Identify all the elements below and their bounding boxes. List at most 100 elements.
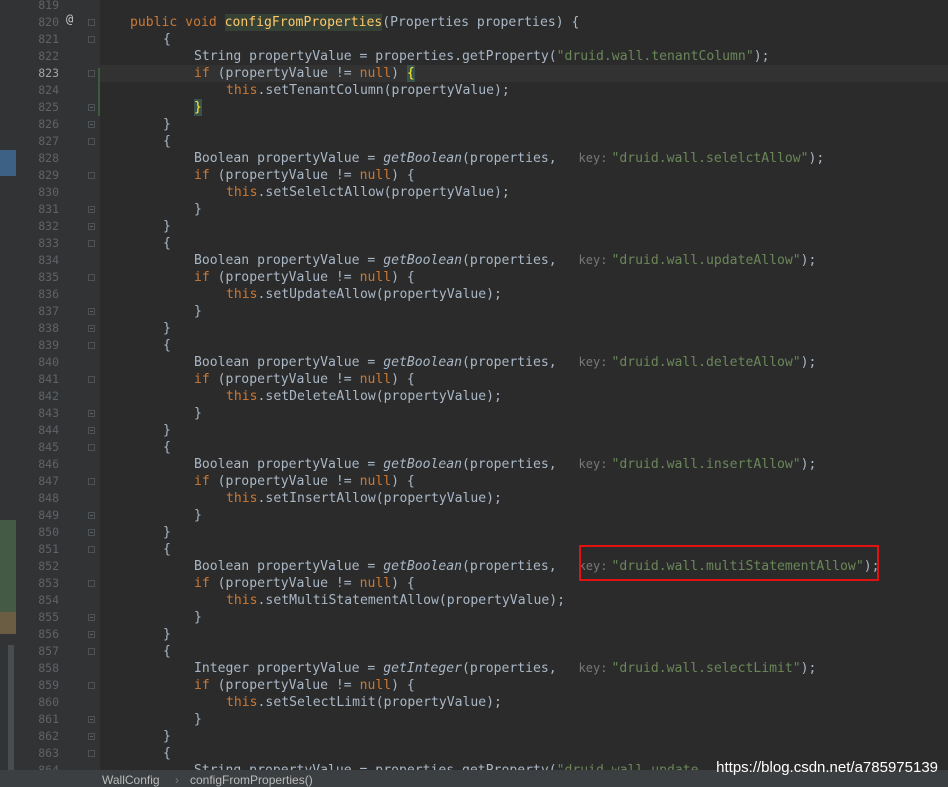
code-line[interactable]: this.setMultiStatementAllow(propertyValu… xyxy=(100,592,948,609)
code-line[interactable]: if (propertyValue != null) { xyxy=(100,269,948,286)
line-number[interactable]: 836 xyxy=(16,286,59,303)
line-number[interactable]: 841 xyxy=(16,371,59,388)
code-line[interactable]: this.setDeleteAllow(propertyValue); xyxy=(100,388,948,405)
fold-marker-icon[interactable] xyxy=(88,529,95,536)
line-number[interactable]: 840 xyxy=(16,354,59,371)
line-number[interactable]: 824 xyxy=(16,82,59,99)
line-number[interactable]: 850 xyxy=(16,524,59,541)
code-line[interactable]: if (propertyValue != null) { xyxy=(100,473,948,490)
fold-marker-icon[interactable] xyxy=(88,70,95,77)
line-number[interactable]: 826 xyxy=(16,116,59,133)
code-line[interactable]: } xyxy=(100,320,948,337)
code-line[interactable]: Boolean propertyValue = getBoolean(prope… xyxy=(100,456,948,473)
code-line[interactable]: Boolean propertyValue = getBoolean(prope… xyxy=(100,354,948,371)
code-line[interactable]: this.setSelectLimit(propertyValue); xyxy=(100,694,948,711)
line-number[interactable]: 846 xyxy=(16,456,59,473)
code-line[interactable]: if (propertyValue != null) { xyxy=(100,167,948,184)
line-number[interactable]: 842 xyxy=(16,388,59,405)
code-line[interactable]: this.setUpdateAllow(propertyValue); xyxy=(100,286,948,303)
line-number[interactable]: 819 xyxy=(16,0,59,14)
fold-marker-icon[interactable] xyxy=(88,546,95,553)
fold-marker-icon[interactable] xyxy=(88,614,95,621)
line-number[interactable]: 858 xyxy=(16,660,59,677)
code-line[interactable]: public void configFromProperties(Propert… xyxy=(100,14,948,31)
fold-marker-icon[interactable] xyxy=(88,410,95,417)
line-number[interactable]: 828 xyxy=(16,150,59,167)
line-number[interactable]: 861 xyxy=(16,711,59,728)
stripe-scroll-thumb[interactable] xyxy=(8,645,14,770)
line-number[interactable]: 848 xyxy=(16,490,59,507)
fold-marker-icon[interactable] xyxy=(88,631,95,638)
fold-marker-icon[interactable] xyxy=(88,172,95,179)
line-number[interactable]: 834 xyxy=(16,252,59,269)
fold-marker-icon[interactable] xyxy=(88,682,95,689)
code-line[interactable]: } xyxy=(100,116,948,133)
line-number[interactable]: 863 xyxy=(16,745,59,762)
line-number[interactable]: 862 xyxy=(16,728,59,745)
line-number[interactable]: 821 xyxy=(16,31,59,48)
code-line[interactable]: } xyxy=(100,507,948,524)
code-line[interactable]: Boolean propertyValue = getBoolean(prope… xyxy=(100,150,948,167)
line-number[interactable]: 864 xyxy=(16,762,59,770)
breadcrumb-class[interactable]: WallConfig xyxy=(102,773,160,787)
fold-marker-icon[interactable] xyxy=(88,104,95,111)
code-line[interactable]: } xyxy=(100,728,948,745)
fold-marker-icon[interactable] xyxy=(88,36,95,43)
line-number[interactable]: 855 xyxy=(16,609,59,626)
fold-marker-icon[interactable] xyxy=(88,580,95,587)
line-number[interactable]: 837 xyxy=(16,303,59,320)
code-line[interactable]: { xyxy=(100,337,948,354)
line-number[interactable]: 852 xyxy=(16,558,59,575)
override-marker-icon[interactable]: @ xyxy=(66,12,73,26)
line-number[interactable]: 832 xyxy=(16,218,59,235)
line-number[interactable]: 860 xyxy=(16,694,59,711)
code-line[interactable]: } xyxy=(100,201,948,218)
fold-marker-icon[interactable] xyxy=(88,342,95,349)
line-number[interactable]: 847 xyxy=(16,473,59,490)
line-number[interactable]: 820 xyxy=(16,14,59,31)
fold-marker-icon[interactable] xyxy=(88,648,95,655)
line-number[interactable]: 835 xyxy=(16,269,59,286)
line-number[interactable]: 823 xyxy=(16,65,59,82)
line-number[interactable]: 825 xyxy=(16,99,59,116)
line-number[interactable]: 833 xyxy=(16,235,59,252)
line-number[interactable]: 845 xyxy=(16,439,59,456)
code-line[interactable]: if (propertyValue != null) { xyxy=(100,65,948,82)
code-editor[interactable]: public void configFromProperties(Propert… xyxy=(100,0,948,770)
line-number[interactable]: 827 xyxy=(16,133,59,150)
code-line[interactable]: Integer propertyValue = getInteger(prope… xyxy=(100,660,948,677)
fold-marker-icon[interactable] xyxy=(88,240,95,247)
line-number[interactable]: 853 xyxy=(16,575,59,592)
fold-marker-icon[interactable] xyxy=(88,19,95,26)
code-line[interactable]: } xyxy=(100,99,948,116)
line-number[interactable]: 838 xyxy=(16,320,59,337)
code-line[interactable]: { xyxy=(100,235,948,252)
code-line[interactable]: { xyxy=(100,439,948,456)
code-line[interactable]: { xyxy=(100,643,948,660)
fold-marker-icon[interactable] xyxy=(88,427,95,434)
fold-marker-icon[interactable] xyxy=(88,444,95,451)
line-number[interactable]: 822 xyxy=(16,48,59,65)
fold-marker-icon[interactable] xyxy=(88,376,95,383)
fold-marker-icon[interactable] xyxy=(88,716,95,723)
code-line[interactable]: this.setInsertAllow(propertyValue); xyxy=(100,490,948,507)
fold-marker-icon[interactable] xyxy=(88,512,95,519)
fold-marker-icon[interactable] xyxy=(88,223,95,230)
line-number[interactable]: 839 xyxy=(16,337,59,354)
code-line[interactable]: } xyxy=(100,218,948,235)
fold-marker-icon[interactable] xyxy=(88,138,95,145)
fold-marker-icon[interactable] xyxy=(88,733,95,740)
fold-marker-icon[interactable] xyxy=(88,206,95,213)
code-line[interactable]: this.setTenantColumn(propertyValue); xyxy=(100,82,948,99)
line-number[interactable]: 851 xyxy=(16,541,59,558)
line-number[interactable]: 849 xyxy=(16,507,59,524)
line-number[interactable]: 854 xyxy=(16,592,59,609)
breadcrumb-method[interactable]: configFromProperties() xyxy=(190,773,313,787)
code-line[interactable]: this.setSelelctAllow(propertyValue); xyxy=(100,184,948,201)
fold-marker-icon[interactable] xyxy=(88,121,95,128)
fold-marker-icon[interactable] xyxy=(88,750,95,757)
code-line[interactable]: } xyxy=(100,609,948,626)
line-number[interactable]: 859 xyxy=(16,677,59,694)
code-line[interactable]: } xyxy=(100,303,948,320)
line-number[interactable]: 856 xyxy=(16,626,59,643)
